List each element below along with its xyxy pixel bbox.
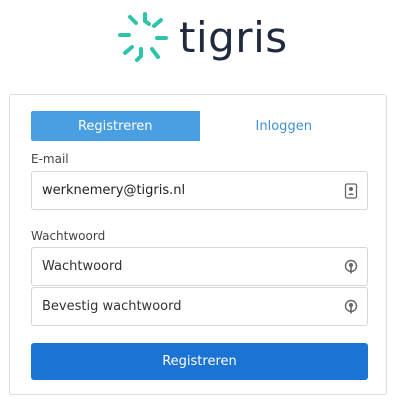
password-field-wrap [31, 247, 368, 286]
contact-card-icon[interactable] [344, 182, 358, 199]
email-field-wrap [31, 171, 368, 210]
confirm-password-field-wrap [31, 287, 368, 326]
password-field[interactable] [32, 248, 332, 285]
tab-login[interactable]: Inloggen [199, 111, 368, 141]
tigris-logo-mark-icon [118, 12, 168, 62]
register-card: Registreren Inloggen E-mail Wachtwoord [9, 94, 387, 395]
confirm-password-field[interactable] [32, 288, 332, 325]
password-key-icon[interactable] [344, 299, 358, 315]
register-page: tigris Registreren Inloggen E-mail Wacht… [0, 0, 397, 404]
auth-tabs: Registreren Inloggen [31, 111, 368, 141]
brand-logo: tigris [116, 10, 288, 66]
email-label: E-mail [31, 152, 69, 166]
password-label: Wachtwoord [31, 229, 106, 243]
password-key-icon[interactable] [344, 259, 358, 275]
brand-name: tigris [179, 13, 288, 62]
email-field[interactable] [32, 172, 332, 209]
register-button[interactable]: Registreren [31, 343, 368, 380]
tab-register[interactable]: Registreren [31, 111, 200, 141]
